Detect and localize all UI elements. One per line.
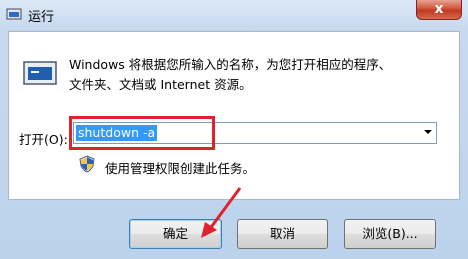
admin-note: 使用管理权限创建此任务。 [105, 161, 256, 176]
description-line-2: 文件夹、文档或 Internet 资源。 [69, 77, 252, 92]
description-line-1: Windows 将根据您所输入的名称，为您打开相应的程序、 [69, 57, 392, 72]
window-title: 运行 [28, 10, 55, 25]
open-label: 打开(O): [19, 132, 68, 147]
highlight-annotation [69, 116, 215, 150]
red-arrow-annotation [201, 187, 242, 238]
description-text: Windows 将根据您所输入的名称，为您打开相应的程序、 文件夹、文档或 In… [69, 55, 429, 95]
uac-shield-icon [79, 155, 95, 173]
run-dialog: 运行 x Windows 将根据您所输入的名称，为您打开相应的程序、 文件夹、文… [0, 0, 468, 259]
browse-button[interactable]: 浏览(B)... [344, 219, 436, 249]
close-button[interactable]: x [416, 0, 462, 20]
dropdown-arrow-icon[interactable] [424, 130, 432, 134]
run-dialog-icon [23, 61, 57, 85]
dialog-content: Windows 将根据您所输入的名称，为您打开相应的程序、 文件夹、文档或 In… [8, 31, 460, 200]
title-bar[interactable]: 运行 x [0, 0, 468, 30]
run-app-icon [6, 8, 22, 20]
